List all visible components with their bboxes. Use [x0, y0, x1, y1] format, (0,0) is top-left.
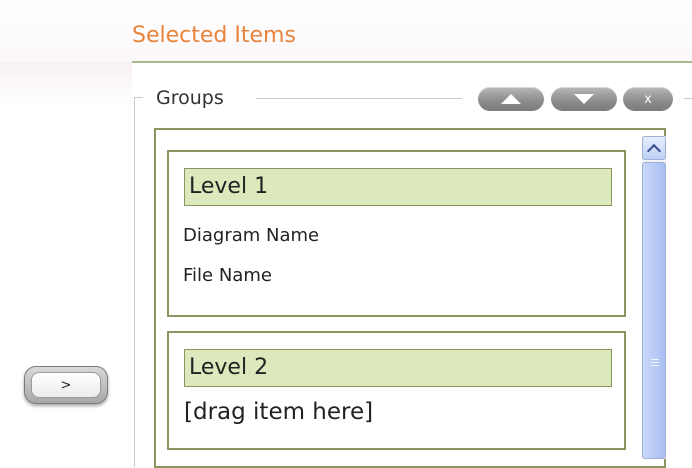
grip-icon — [651, 359, 659, 366]
triangle-up-icon — [501, 94, 521, 104]
left-panel-background — [0, 62, 132, 102]
move-up-button[interactable] — [478, 87, 544, 111]
chevron-up-icon — [646, 143, 662, 158]
add-button-face: > — [31, 372, 101, 398]
title-divider — [132, 61, 692, 63]
scroll-thumb[interactable] — [642, 162, 666, 459]
groups-legend: Groups — [152, 86, 228, 110]
legend-divider-end — [684, 98, 692, 99]
drop-placeholder[interactable]: [drag item here] — [184, 399, 373, 425]
level-title: Level 2 — [184, 349, 612, 387]
section-title: Selected Items — [132, 23, 296, 48]
scroll-up-button[interactable] — [642, 136, 666, 160]
move-down-button[interactable] — [551, 87, 617, 111]
remove-button[interactable]: x — [623, 87, 673, 111]
header-background — [0, 0, 692, 62]
add-to-selection-button[interactable]: > — [24, 366, 108, 404]
list-item[interactable]: File Name — [183, 265, 272, 287]
triangle-down-icon — [574, 94, 594, 104]
list-item[interactable]: Diagram Name — [183, 225, 319, 247]
remove-label: x — [644, 91, 652, 107]
vertical-scrollbar[interactable] — [642, 136, 666, 459]
legend-divider — [256, 98, 462, 99]
level-card-1[interactable]: Level 1 Diagram Name File Name — [167, 150, 626, 317]
level-card-2[interactable]: Level 2 [drag item here] — [167, 331, 626, 450]
add-button-label: > — [60, 377, 72, 393]
fieldset-corner — [135, 97, 143, 98]
level-title: Level 1 — [184, 168, 612, 206]
